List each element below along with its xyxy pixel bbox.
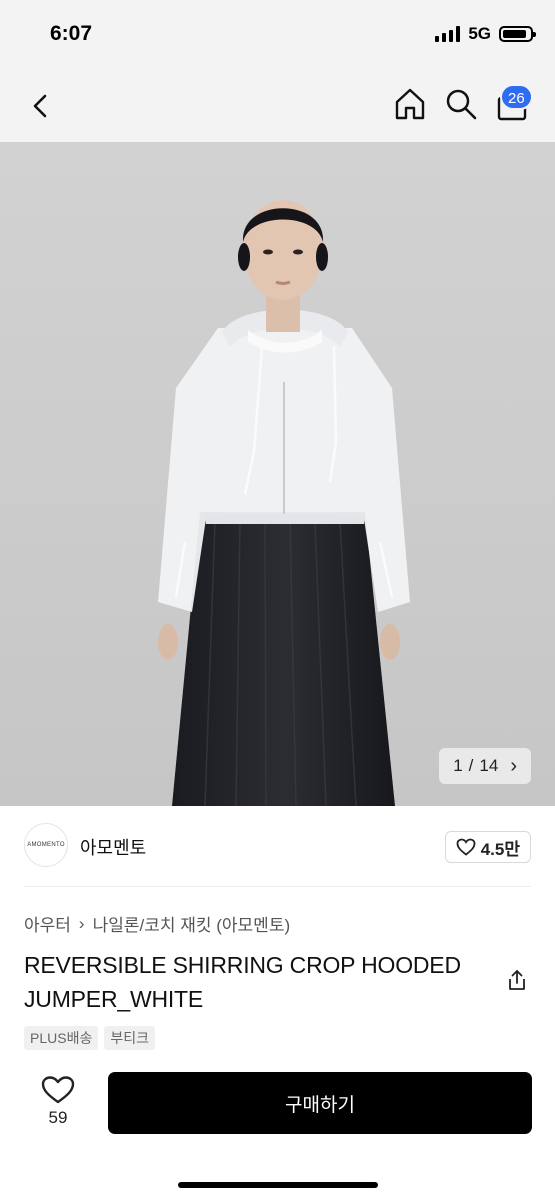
breadcrumb: 아우터 › 나일론/코치 재킷 (아모멘토) <box>24 911 290 936</box>
buy-button[interactable]: 구매하기 <box>108 1072 532 1134</box>
home-indicator <box>178 1182 378 1188</box>
top-nav-bar <box>0 70 555 142</box>
image-counter-separator: / <box>468 756 474 775</box>
battery-icon <box>499 26 536 42</box>
brand-name[interactable]: 아모멘토 <box>80 834 146 860</box>
image-total: 14 <box>479 756 499 775</box>
chevron-right-icon: › <box>510 754 517 777</box>
product-tags: PLUS배송 부티크 <box>24 1026 155 1050</box>
model-photo <box>0 142 555 806</box>
brand-like-count: 4.5만 <box>480 839 520 859</box>
product-title: REVERSIBLE SHIRRING CROP HOODED JUMPER_W… <box>24 952 461 1012</box>
wishlist-heart-icon[interactable] <box>36 1074 80 1106</box>
home-icon[interactable] <box>392 86 428 122</box>
breadcrumb-separator: › <box>78 913 85 933</box>
tag-boutique: 부티크 <box>104 1026 155 1050</box>
divider <box>24 886 531 887</box>
brand-logo[interactable]: AMOMENTO <box>24 823 68 867</box>
brand-row[interactable]: AMOMENTO 아모멘토 4.5만 <box>0 806 555 886</box>
back-arrow-icon[interactable] <box>26 90 58 122</box>
cart-count-badge: 26 <box>500 84 533 110</box>
network-label: 5G <box>468 24 491 43</box>
brand-logo-text: AMOMENTO <box>27 842 65 848</box>
breadcrumb-item[interactable]: 아우터 <box>24 911 71 936</box>
search-icon[interactable] <box>443 86 479 122</box>
image-counter[interactable]: 1 / 14 › <box>439 748 531 784</box>
status-bar: 6:07 5G <box>0 0 555 70</box>
battery-level <box>503 30 527 38</box>
status-time: 6:07 <box>50 22 93 45</box>
breadcrumb-item[interactable]: 나일론/코치 재킷 (아모멘토) <box>93 911 291 936</box>
heart-icon <box>456 838 476 856</box>
brand-like-button[interactable]: 4.5만 <box>444 831 531 863</box>
status-indicators: 5G <box>435 24 536 44</box>
image-index: 1 <box>453 756 463 775</box>
wishlist-count: 59 <box>48 1108 68 1127</box>
signal-icon <box>435 26 461 42</box>
product-image[interactable] <box>0 142 555 806</box>
tag-plus-delivery: PLUS배송 <box>24 1026 99 1050</box>
share-icon[interactable] <box>505 968 529 992</box>
